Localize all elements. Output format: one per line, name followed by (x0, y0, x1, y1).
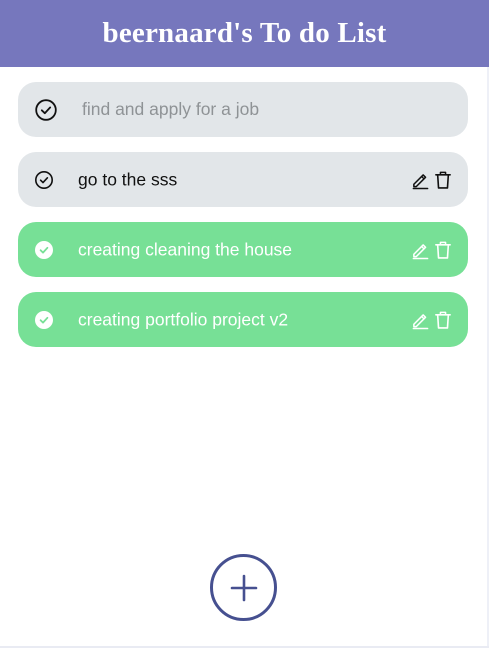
plus-icon (229, 573, 259, 603)
new-task-row (18, 82, 468, 137)
edit-pencil-icon[interactable] (411, 310, 430, 329)
todo-item: go to the sss (18, 152, 468, 207)
new-task-input[interactable] (76, 82, 446, 137)
todo-app: beernaard's To do List go to the sss (0, 0, 489, 648)
todo-actions (411, 240, 452, 259)
add-task-button[interactable] (210, 554, 277, 621)
todo-item-completed: creating cleaning the house (18, 222, 468, 277)
todo-text: go to the sss (78, 169, 178, 189)
todo-actions (411, 310, 452, 329)
todo-text: creating portfolio project v2 (78, 309, 289, 329)
trash-icon[interactable] (434, 170, 452, 189)
todo-actions (411, 170, 452, 189)
todo-item-completed: creating portfolio project v2 (18, 292, 468, 347)
circle-check-filled-icon[interactable] (34, 240, 54, 260)
edit-pencil-icon[interactable] (411, 170, 430, 189)
trash-icon[interactable] (434, 240, 452, 259)
circle-check-outline-icon[interactable] (34, 98, 58, 122)
edit-pencil-icon[interactable] (411, 240, 430, 259)
todo-text: creating cleaning the house (78, 239, 293, 259)
trash-icon[interactable] (434, 310, 452, 329)
app-title: beernaard's To do List (102, 17, 387, 49)
app-header: beernaard's To do List (0, 0, 489, 67)
circle-check-outline-icon[interactable] (34, 170, 54, 190)
circle-check-filled-icon[interactable] (34, 310, 54, 330)
